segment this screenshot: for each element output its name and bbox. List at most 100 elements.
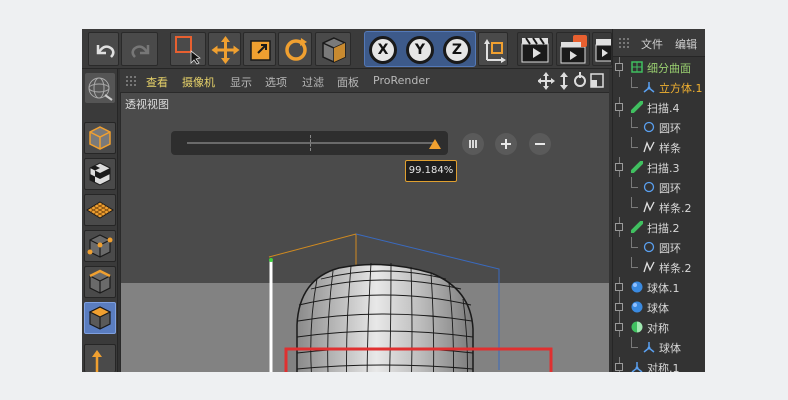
minus-button[interactable] <box>529 133 551 155</box>
perspective-viewport[interactable]: 透视视图 99.184% <box>120 93 609 372</box>
points-cube-icon <box>87 234 113 258</box>
expand-toggle-icon[interactable] <box>615 283 623 291</box>
tree-connector <box>631 87 638 88</box>
redo-button[interactable] <box>121 32 158 66</box>
wireframe-sphere-icon <box>88 77 113 101</box>
plus-button[interactable] <box>495 133 517 155</box>
tree-item[interactable]: 圆环 <box>613 177 705 197</box>
object-manager-menu: 文件 编辑 <box>613 29 705 57</box>
drag-handle-icon[interactable] <box>617 29 631 57</box>
coordinate-system-icon <box>484 39 506 63</box>
cube-mode-icon <box>322 37 346 63</box>
edit-render-settings-button[interactable] <box>592 32 612 66</box>
tree-connector <box>631 347 638 348</box>
expand-toggle-icon[interactable] <box>615 363 623 371</box>
tree-item[interactable]: 立方体.1 <box>613 77 705 97</box>
y-axis-toggle[interactable]: Y <box>406 36 434 64</box>
z-axis-toggle[interactable]: Z <box>443 36 471 64</box>
tree-item[interactable]: 样条 <box>613 137 705 157</box>
workplane-mode-button[interactable] <box>84 194 116 226</box>
sweep-icon <box>630 100 644 114</box>
menu-cameras[interactable]: 摄像机 <box>182 74 215 90</box>
mode-toolbar <box>82 69 118 372</box>
tree-item-label: 样条.2 <box>659 202 692 215</box>
tree-connector <box>631 117 632 127</box>
tree-item-label: 样条 <box>659 142 681 155</box>
tree-item-label: 对称.1 <box>647 362 680 372</box>
object-manager: 文件 编辑 细分曲面 立方体.1 扫描.4 圆环 样条 扫描.3 圆环 样条.2 扫描.2 圆环样… <box>612 29 705 372</box>
zoom-slider[interactable] <box>171 131 448 155</box>
axis-mode-button[interactable] <box>84 344 116 372</box>
tree-connector <box>631 337 632 347</box>
tree-connector <box>631 197 632 207</box>
menu-prorender[interactable]: ProRender <box>373 74 430 87</box>
expand-toggle-icon[interactable] <box>615 323 623 331</box>
render-view-button[interactable] <box>517 32 553 66</box>
tree-item[interactable]: 样条.2 <box>613 257 705 277</box>
texture-mode-button[interactable] <box>84 158 116 190</box>
tree-item[interactable]: 细分曲面 <box>613 57 705 77</box>
tree-item[interactable]: 扫描.2 <box>613 217 705 237</box>
menu-display[interactable]: 显示 <box>230 74 252 90</box>
polygons-mode-button[interactable] <box>84 302 116 334</box>
tree-connector <box>631 257 632 267</box>
rotate-icon <box>285 38 307 61</box>
pan-icon[interactable] <box>538 72 555 90</box>
minus-icon <box>535 143 545 145</box>
tree-item[interactable]: 球体 <box>613 297 705 317</box>
slider-thumb-icon[interactable] <box>428 139 441 149</box>
undo-button[interactable] <box>88 32 119 66</box>
move-button[interactable] <box>208 32 241 66</box>
menu-edit[interactable]: 编辑 <box>675 36 697 52</box>
menu-panel[interactable]: 面板 <box>337 74 359 90</box>
undo-icon <box>96 45 115 58</box>
sweep-icon <box>630 160 644 174</box>
menu-options[interactable]: 选项 <box>265 74 287 90</box>
rotate-button[interactable] <box>278 32 312 66</box>
tree-item-label: 扫描.3 <box>647 162 680 175</box>
viewport-solo-button[interactable] <box>85 73 115 103</box>
menu-filter[interactable]: 过滤 <box>302 74 324 90</box>
selection-icon <box>175 36 201 65</box>
expand-toggle-icon[interactable] <box>615 63 623 71</box>
tree-item-label: 对称 <box>647 322 669 335</box>
drag-handle-icon[interactable] <box>124 69 140 93</box>
tree-item[interactable]: 扫描.3 <box>613 157 705 177</box>
sphere-icon <box>631 281 643 293</box>
model-mode-button[interactable] <box>84 122 116 154</box>
tree-item[interactable]: 球体 <box>613 337 705 357</box>
tree-item-label: 立方体.1 <box>659 82 703 95</box>
coordinate-system-button[interactable] <box>478 32 508 66</box>
tree-item[interactable]: 扫描.4 <box>613 97 705 117</box>
tree-item[interactable]: 对称.1 <box>613 357 705 372</box>
x-axis-toggle[interactable]: X <box>369 36 397 64</box>
object-mode-button[interactable] <box>315 32 351 66</box>
expand-toggle-icon[interactable] <box>615 103 623 111</box>
tree-item[interactable]: 样条.2 <box>613 197 705 217</box>
edges-cube-icon <box>89 269 111 294</box>
menu-lines-button[interactable] <box>462 133 484 155</box>
render-settings-icon <box>595 39 611 62</box>
render-to-picture-viewer-button[interactable] <box>556 32 590 66</box>
axis-lock-group: X Y Z <box>364 31 476 67</box>
expand-toggle-icon[interactable] <box>615 223 623 231</box>
expand-toggle-icon[interactable] <box>615 303 623 311</box>
edges-mode-button[interactable] <box>84 266 116 298</box>
scale-button[interactable] <box>243 32 276 66</box>
toggle-views-icon[interactable] <box>590 73 604 88</box>
tree-item[interactable]: 圆环 <box>613 117 705 137</box>
cube-object-icon <box>643 81 655 93</box>
tree-item[interactable]: 对称 <box>613 317 705 337</box>
expand-toggle-icon[interactable] <box>615 163 623 171</box>
tree-item[interactable]: 球体.1 <box>613 277 705 297</box>
tree-item-label: 球体.1 <box>647 282 680 295</box>
clapboard-render-icon <box>560 35 587 64</box>
cube-object-icon <box>631 361 643 372</box>
live-selection-button[interactable] <box>170 32 206 66</box>
menu-file[interactable]: 文件 <box>641 36 663 52</box>
tree-item[interactable]: 圆环 <box>613 237 705 257</box>
menu-view[interactable]: 查看 <box>146 74 168 90</box>
orbit-icon[interactable] <box>574 72 586 87</box>
points-mode-button[interactable] <box>84 230 116 262</box>
dolly-icon[interactable] <box>560 72 568 90</box>
